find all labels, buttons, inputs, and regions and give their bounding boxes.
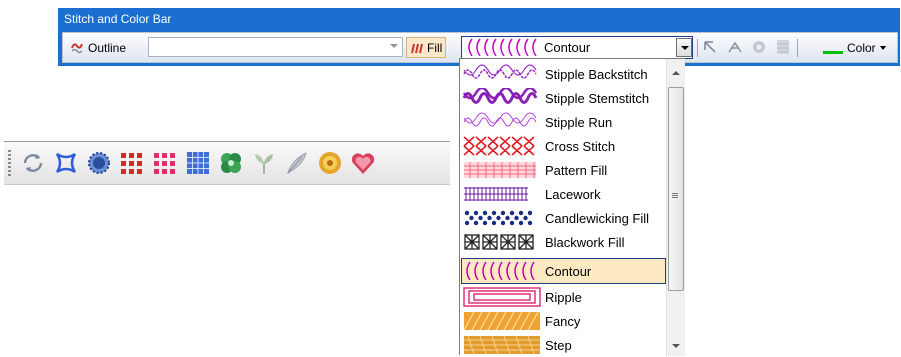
ripple-swatch-icon — [463, 287, 541, 307]
list-item-label: Stipple Stemstitch — [545, 90, 650, 106]
color-swatch — [823, 51, 843, 54]
toolbar-grip[interactable] — [8, 150, 11, 176]
list-item[interactable]: Fancy — [462, 309, 665, 333]
stipple-run-swatch-icon — [463, 112, 537, 127]
list-item-label: Ripple — [545, 289, 582, 305]
grid-icon[interactable] — [183, 148, 213, 178]
fill-stitch-icon — [411, 43, 423, 53]
outline-shape-icon[interactable] — [51, 148, 81, 178]
list-item-label: Blackwork Fill — [545, 234, 625, 250]
list-item[interactable]: Stipple Run — [462, 110, 665, 134]
stitch-grid-icon[interactable] — [775, 39, 791, 55]
fancy-swatch-icon — [463, 311, 540, 331]
list-item[interactable]: Stipple Stemstitch — [462, 86, 665, 110]
fill-label: Fill — [427, 40, 443, 55]
scroll-down-icon[interactable] — [672, 344, 680, 348]
outline-button[interactable]: Outline — [69, 37, 126, 58]
blackwork-swatch-icon — [464, 234, 534, 250]
fill-button[interactable]: Fill — [406, 37, 447, 58]
toolbar-title: Stitch and Color Bar — [64, 12, 172, 26]
leaf-icon[interactable] — [249, 148, 279, 178]
stitch-types-toolbar — [4, 141, 450, 185]
stitch-angle-icon[interactable] — [727, 39, 743, 55]
select-stitch-icon[interactable] — [703, 39, 719, 55]
separator — [697, 39, 698, 57]
separator — [797, 39, 798, 57]
list-item[interactable]: Blackwork Fill — [462, 230, 665, 254]
list-item-label: Candlewicking Fill — [545, 210, 650, 226]
step-swatch-icon — [464, 335, 540, 355]
list-item-label: Stipple Backstitch — [545, 66, 648, 82]
chevron-down-icon — [390, 44, 398, 48]
fill-combo-value: Contour — [544, 40, 591, 55]
list-item-label: Cross Stitch — [545, 138, 616, 154]
list-item[interactable]: Candlewicking Fill — [462, 206, 665, 230]
scroll-up-icon[interactable] — [672, 71, 680, 75]
list-item[interactable]: Pattern Fill — [462, 158, 665, 182]
list-item-label: Step — [545, 337, 572, 353]
fill-stitch-combo[interactable]: Contour — [461, 36, 693, 59]
blackwork-icon[interactable] — [216, 148, 246, 178]
outline-stitch-icon — [71, 42, 83, 53]
color-button[interactable]: Color — [823, 37, 886, 58]
scrollbar-grip-icon — [672, 193, 678, 199]
list-item[interactable]: Step — [462, 333, 665, 357]
cross-stitch-icon[interactable] — [117, 148, 147, 178]
fill-stitch-dropdown-list: Stipple Backstitch Stipple Stemstitch St… — [459, 58, 685, 357]
scrollbar-thumb[interactable] — [668, 87, 684, 291]
stipple-stemstitch-swatch-icon — [462, 88, 538, 104]
feather-icon[interactable] — [282, 148, 312, 178]
list-item-label: Pattern Fill — [545, 162, 608, 178]
list-item-label: Fancy — [545, 313, 581, 329]
color-label: Color — [847, 40, 876, 55]
list-item[interactable]: Ripple — [462, 285, 665, 309]
outline-stitch-combo[interactable] — [148, 37, 403, 57]
list-item[interactable]: Contour — [461, 258, 666, 284]
heart-icon[interactable] — [348, 148, 378, 178]
list-item[interactable]: Stipple Backstitch — [462, 62, 665, 86]
list-item-label: Stipple Run — [545, 114, 613, 130]
contour-swatch-icon — [466, 261, 535, 281]
candlewicking-swatch-icon — [464, 210, 533, 226]
list-item[interactable]: Cross Stitch — [462, 134, 665, 158]
list-item-label: Lacework — [545, 186, 601, 202]
pattern-fill-swatch-icon — [464, 162, 536, 178]
stitch-settings-icon[interactable] — [751, 39, 767, 55]
lacework-swatch-icon — [464, 187, 528, 201]
pattern-fill-icon[interactable] — [150, 148, 180, 178]
stipple-backstitch-swatch-icon — [463, 64, 537, 79]
dropdown-scrollbar[interactable] — [666, 59, 685, 356]
lace-icon[interactable] — [84, 148, 114, 178]
contour-swatch-icon — [468, 38, 537, 57]
cycle-icon[interactable] — [18, 148, 48, 178]
list-item-label: Contour — [545, 263, 592, 279]
list-item[interactable]: Lacework — [462, 182, 665, 206]
outline-label: Outline — [88, 40, 127, 55]
cross-stitch-swatch-icon — [463, 136, 540, 156]
flower-icon[interactable] — [315, 148, 345, 178]
chevron-down-icon — [879, 45, 886, 50]
fill-combo-dropdown-button[interactable] — [676, 38, 692, 57]
